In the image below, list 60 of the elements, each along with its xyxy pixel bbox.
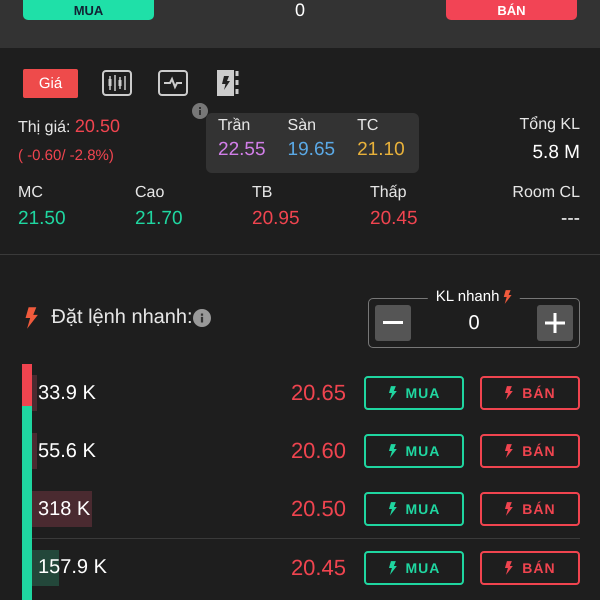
plus-button[interactable] [537,305,573,341]
stat-label: Thấp [370,184,406,202]
price-level: 20.65 [290,380,346,406]
stat-value: 21.70 [135,208,183,230]
buy-button[interactable]: MUA [23,0,154,20]
lightning-icon [388,386,398,400]
info-icon[interactable] [192,103,208,119]
price-tab[interactable]: Giá [23,68,78,98]
minus-button[interactable] [375,305,411,341]
price-level: 20.50 [290,496,346,522]
quick-buy-button[interactable]: MUA [364,376,464,410]
price-level: 20.60 [290,438,346,464]
quick-buy-button[interactable]: MUA [364,550,464,584]
sell-button[interactable]: BÁN [446,0,577,20]
total-volume-value: 5.8 M [532,142,580,164]
volume-value: 55.6 K [37,440,96,462]
quantity-value: 0 [294,0,305,21]
quick-sell-button[interactable]: BÁN [480,434,580,468]
lightning-icon [388,502,398,516]
limit-value: 21.10 [357,139,405,161]
limit-label: Sàn [288,117,318,135]
quick-sell-button[interactable]: BÁN [480,376,580,410]
lightning-icon [24,306,40,328]
price-level: 20.45 [290,554,346,580]
plus-icon [544,312,566,334]
volume-value: 157.9 K [37,556,107,579]
quick-buy-button[interactable]: MUA [364,434,464,468]
stat-value: 20.95 [252,208,300,230]
volume-value: 33.9 K [37,382,96,404]
volume-value: 318 K [37,498,90,520]
lightning-icon [504,560,514,574]
quick-quantity-label: KL nhanh [436,288,500,305]
limit-value: 22.55 [218,139,266,161]
price-change: ( -0.60/ -2.8%) [18,147,115,164]
stat-value: 21.50 [18,208,66,230]
stat-label: Cao [135,184,164,202]
limit-label: TC [357,117,380,135]
lightning-icon [388,560,398,574]
stat-label: Room CL [512,184,580,202]
price-value: 20.50 [74,116,120,136]
stat-value: --- [561,208,580,230]
lightning-icon [504,502,514,516]
minus-icon [383,321,403,325]
total-volume-label: Tổng KL [520,116,580,134]
quick-buy-button[interactable]: MUA [364,492,464,526]
lightning-icon [504,386,514,400]
limit-value: 19.65 [288,139,336,161]
quick-order-title: Đặt lệnh nhanh: [51,306,193,329]
quantity-value: 0 [468,312,480,334]
stat-value: 20.45 [370,208,418,230]
stat-label: TB [252,184,272,202]
lightning-icon [388,444,398,458]
price-label: Thị giá: [18,119,72,136]
limit-label: Trần [218,117,252,135]
lightning-icon [502,290,512,304]
lightning-icon [504,444,514,458]
quick-sell-button[interactable]: BÁN [480,492,580,526]
stat-label: MC [18,184,43,202]
quick-sell-button[interactable]: BÁN [480,550,580,584]
info-icon[interactable] [192,308,211,326]
